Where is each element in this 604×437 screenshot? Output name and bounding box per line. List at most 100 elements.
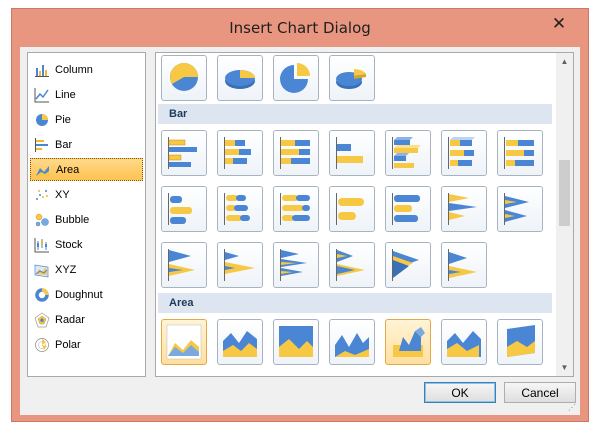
- bar-3d-thumbnail-icon: [392, 137, 421, 169]
- area-line-thumbnail-icon: [335, 333, 369, 357]
- chart-tile-pie-4[interactable]: [329, 55, 375, 101]
- chart-tile-bar-cylinder-2[interactable]: [217, 186, 263, 232]
- sidebar-item-pie[interactable]: Pie: [30, 108, 143, 131]
- sidebar-item-xy[interactable]: XY: [30, 183, 143, 206]
- chart-tile-bar-cylinder-5[interactable]: [385, 186, 431, 232]
- pie-3d-thumbnail-icon: [225, 70, 255, 89]
- chart-tile-bar-single[interactable]: [329, 130, 375, 176]
- chart-tile-bar-cylinder-3[interactable]: [273, 186, 319, 232]
- chart-tile-area-standard[interactable]: [161, 319, 207, 365]
- group-header-area: Area: [158, 293, 552, 313]
- sidebar-item-xyz[interactable]: XYZ: [30, 258, 143, 281]
- area-chart-icon: [36, 165, 49, 176]
- sidebar-item-polar[interactable]: Polar: [30, 333, 143, 356]
- sidebar-item-label: XY: [55, 188, 70, 201]
- sidebar-item-label: Radar: [55, 313, 85, 326]
- bar-cylinder-stacked-thumbnail-icon: [224, 193, 250, 225]
- sidebar-item-column[interactable]: Column: [30, 58, 143, 81]
- chart-tile-area-3d-stacked[interactable]: [441, 319, 487, 365]
- stock-chart-icon: [34, 237, 49, 252]
- ok-button[interactable]: OK: [424, 382, 496, 403]
- column-chart-icon: [35, 64, 49, 77]
- xyz-chart-icon: [34, 264, 49, 277]
- line-chart-icon: [34, 87, 49, 102]
- bar-single-thumbnail-icon: [336, 137, 363, 169]
- bar-cylinder-thumbnail-icon: [168, 193, 192, 225]
- area-thumbnail-icon: [166, 324, 202, 360]
- window-title: Insert Chart Dialog: [229, 19, 371, 37]
- pie-3d-exploded-thumbnail-icon: [336, 69, 366, 89]
- chart-tile-bar-stacked[interactable]: [217, 130, 263, 176]
- chart-gallery: Bar Area ▲ ▼: [155, 52, 574, 377]
- chart-tile-pie-2[interactable]: [217, 55, 263, 101]
- sidebar-item-doughnut[interactable]: Doughnut: [30, 283, 143, 306]
- chart-tile-bar-cylinder-4[interactable]: [329, 186, 375, 232]
- chart-tile-pie-3[interactable]: [273, 55, 319, 101]
- sidebar-item-bar[interactable]: Bar: [30, 133, 143, 156]
- area-3d-stacked-thumbnail-icon: [447, 331, 481, 357]
- area-stacked-thumbnail-icon: [223, 331, 257, 357]
- chart-type-list: Column Line Pie Bar Area XY Bubble Stock…: [27, 52, 146, 377]
- pie-chart-icon: [36, 113, 48, 126]
- chart-tile-bar-cylinder-1[interactable]: [161, 186, 207, 232]
- chart-tile-bar-clustered[interactable]: [161, 130, 207, 176]
- bar-cone-3d-thumbnail-icon: [168, 249, 195, 281]
- radar-chart-icon: [34, 312, 50, 327]
- chart-tile-bar-cone-3[interactable]: [161, 242, 207, 288]
- sidebar-item-label: Bubble: [55, 213, 90, 226]
- sidebar-item-label: Column: [55, 63, 93, 76]
- chart-tile-bar-cone-2[interactable]: [497, 186, 543, 232]
- chart-tile-bar-pyramid-4[interactable]: [441, 242, 487, 288]
- bar-cylinder-single-thumbnail-icon: [336, 193, 364, 225]
- title-bar[interactable]: Insert Chart Dialog ✕: [12, 9, 588, 47]
- scroll-down-icon[interactable]: ▼: [556, 359, 573, 376]
- sidebar-item-radar[interactable]: Radar: [30, 308, 143, 331]
- area-3d-thumbnail-icon: [393, 327, 425, 357]
- bar-3d-stacked-thumbnail-icon: [448, 137, 475, 169]
- sidebar-item-line[interactable]: Line: [30, 83, 143, 106]
- scrollbar-thumb[interactable]: [559, 160, 570, 226]
- close-icon[interactable]: ✕: [541, 11, 577, 37]
- chart-tile-pie-1[interactable]: [161, 55, 207, 101]
- chart-tile-bar-pyramid-1[interactable]: [273, 242, 319, 288]
- sidebar-item-label: Bar: [55, 138, 73, 151]
- scroll-up-icon[interactable]: ▲: [556, 53, 573, 70]
- chart-tile-bar-pyramid-2[interactable]: [329, 242, 375, 288]
- chart-tile-bar-3d-100[interactable]: [497, 130, 543, 176]
- chart-tile-bar-cone-1[interactable]: [441, 186, 487, 232]
- area-100-thumbnail-icon: [279, 326, 313, 357]
- bar-pyramid-100-thumbnail-icon: [448, 249, 477, 281]
- chart-tile-area-100[interactable]: [273, 319, 319, 365]
- sidebar-item-bubble[interactable]: Bubble: [30, 208, 143, 231]
- chart-tile-bar-100[interactable]: [273, 130, 319, 176]
- chart-tile-bar-cone-4[interactable]: [217, 242, 263, 288]
- bar-pyramid-thumbnail-icon: [280, 249, 307, 281]
- bar-pyramid-stacked-thumbnail-icon: [336, 249, 365, 281]
- bubble-chart-icon: [35, 213, 49, 226]
- doughnut-chart-icon: [35, 287, 49, 302]
- sidebar-item-area[interactable]: Area: [30, 158, 143, 181]
- chart-tile-bar-pyramid-3[interactable]: [385, 242, 431, 288]
- cancel-button[interactable]: Cancel: [504, 382, 576, 403]
- polar-chart-icon: [35, 337, 49, 352]
- chart-tile-bar-3d-clustered[interactable]: [385, 130, 431, 176]
- sidebar-item-label: Pie: [55, 113, 71, 126]
- chart-tile-area-3d[interactable]: [385, 319, 431, 365]
- resize-grip-icon[interactable]: ⋰: [568, 403, 578, 413]
- sidebar-item-label: Line: [55, 88, 76, 101]
- chart-tile-area-line[interactable]: [329, 319, 375, 365]
- chart-tile-area-stacked[interactable]: [217, 319, 263, 365]
- bar-chart-icon: [35, 137, 48, 152]
- gallery-scrollbar[interactable]: ▲ ▼: [556, 53, 573, 376]
- bar-100-thumbnail-icon: [280, 137, 310, 169]
- xy-chart-icon: [36, 189, 48, 200]
- dialog-client: Column Line Pie Bar Area XY Bubble Stock…: [20, 47, 580, 415]
- pie-thumbnail-icon: [170, 63, 198, 91]
- chart-tile-bar-3d-stacked[interactable]: [441, 130, 487, 176]
- sidebar-item-label: Doughnut: [55, 288, 103, 301]
- chart-tile-area-3d-100[interactable]: [497, 319, 543, 365]
- bar-cone-stacked-thumbnail-icon: [504, 193, 529, 225]
- sidebar-item-label: Stock: [55, 238, 83, 251]
- bar-pyramid-3d-thumbnail-icon: [392, 249, 419, 281]
- sidebar-item-stock[interactable]: Stock: [30, 233, 143, 256]
